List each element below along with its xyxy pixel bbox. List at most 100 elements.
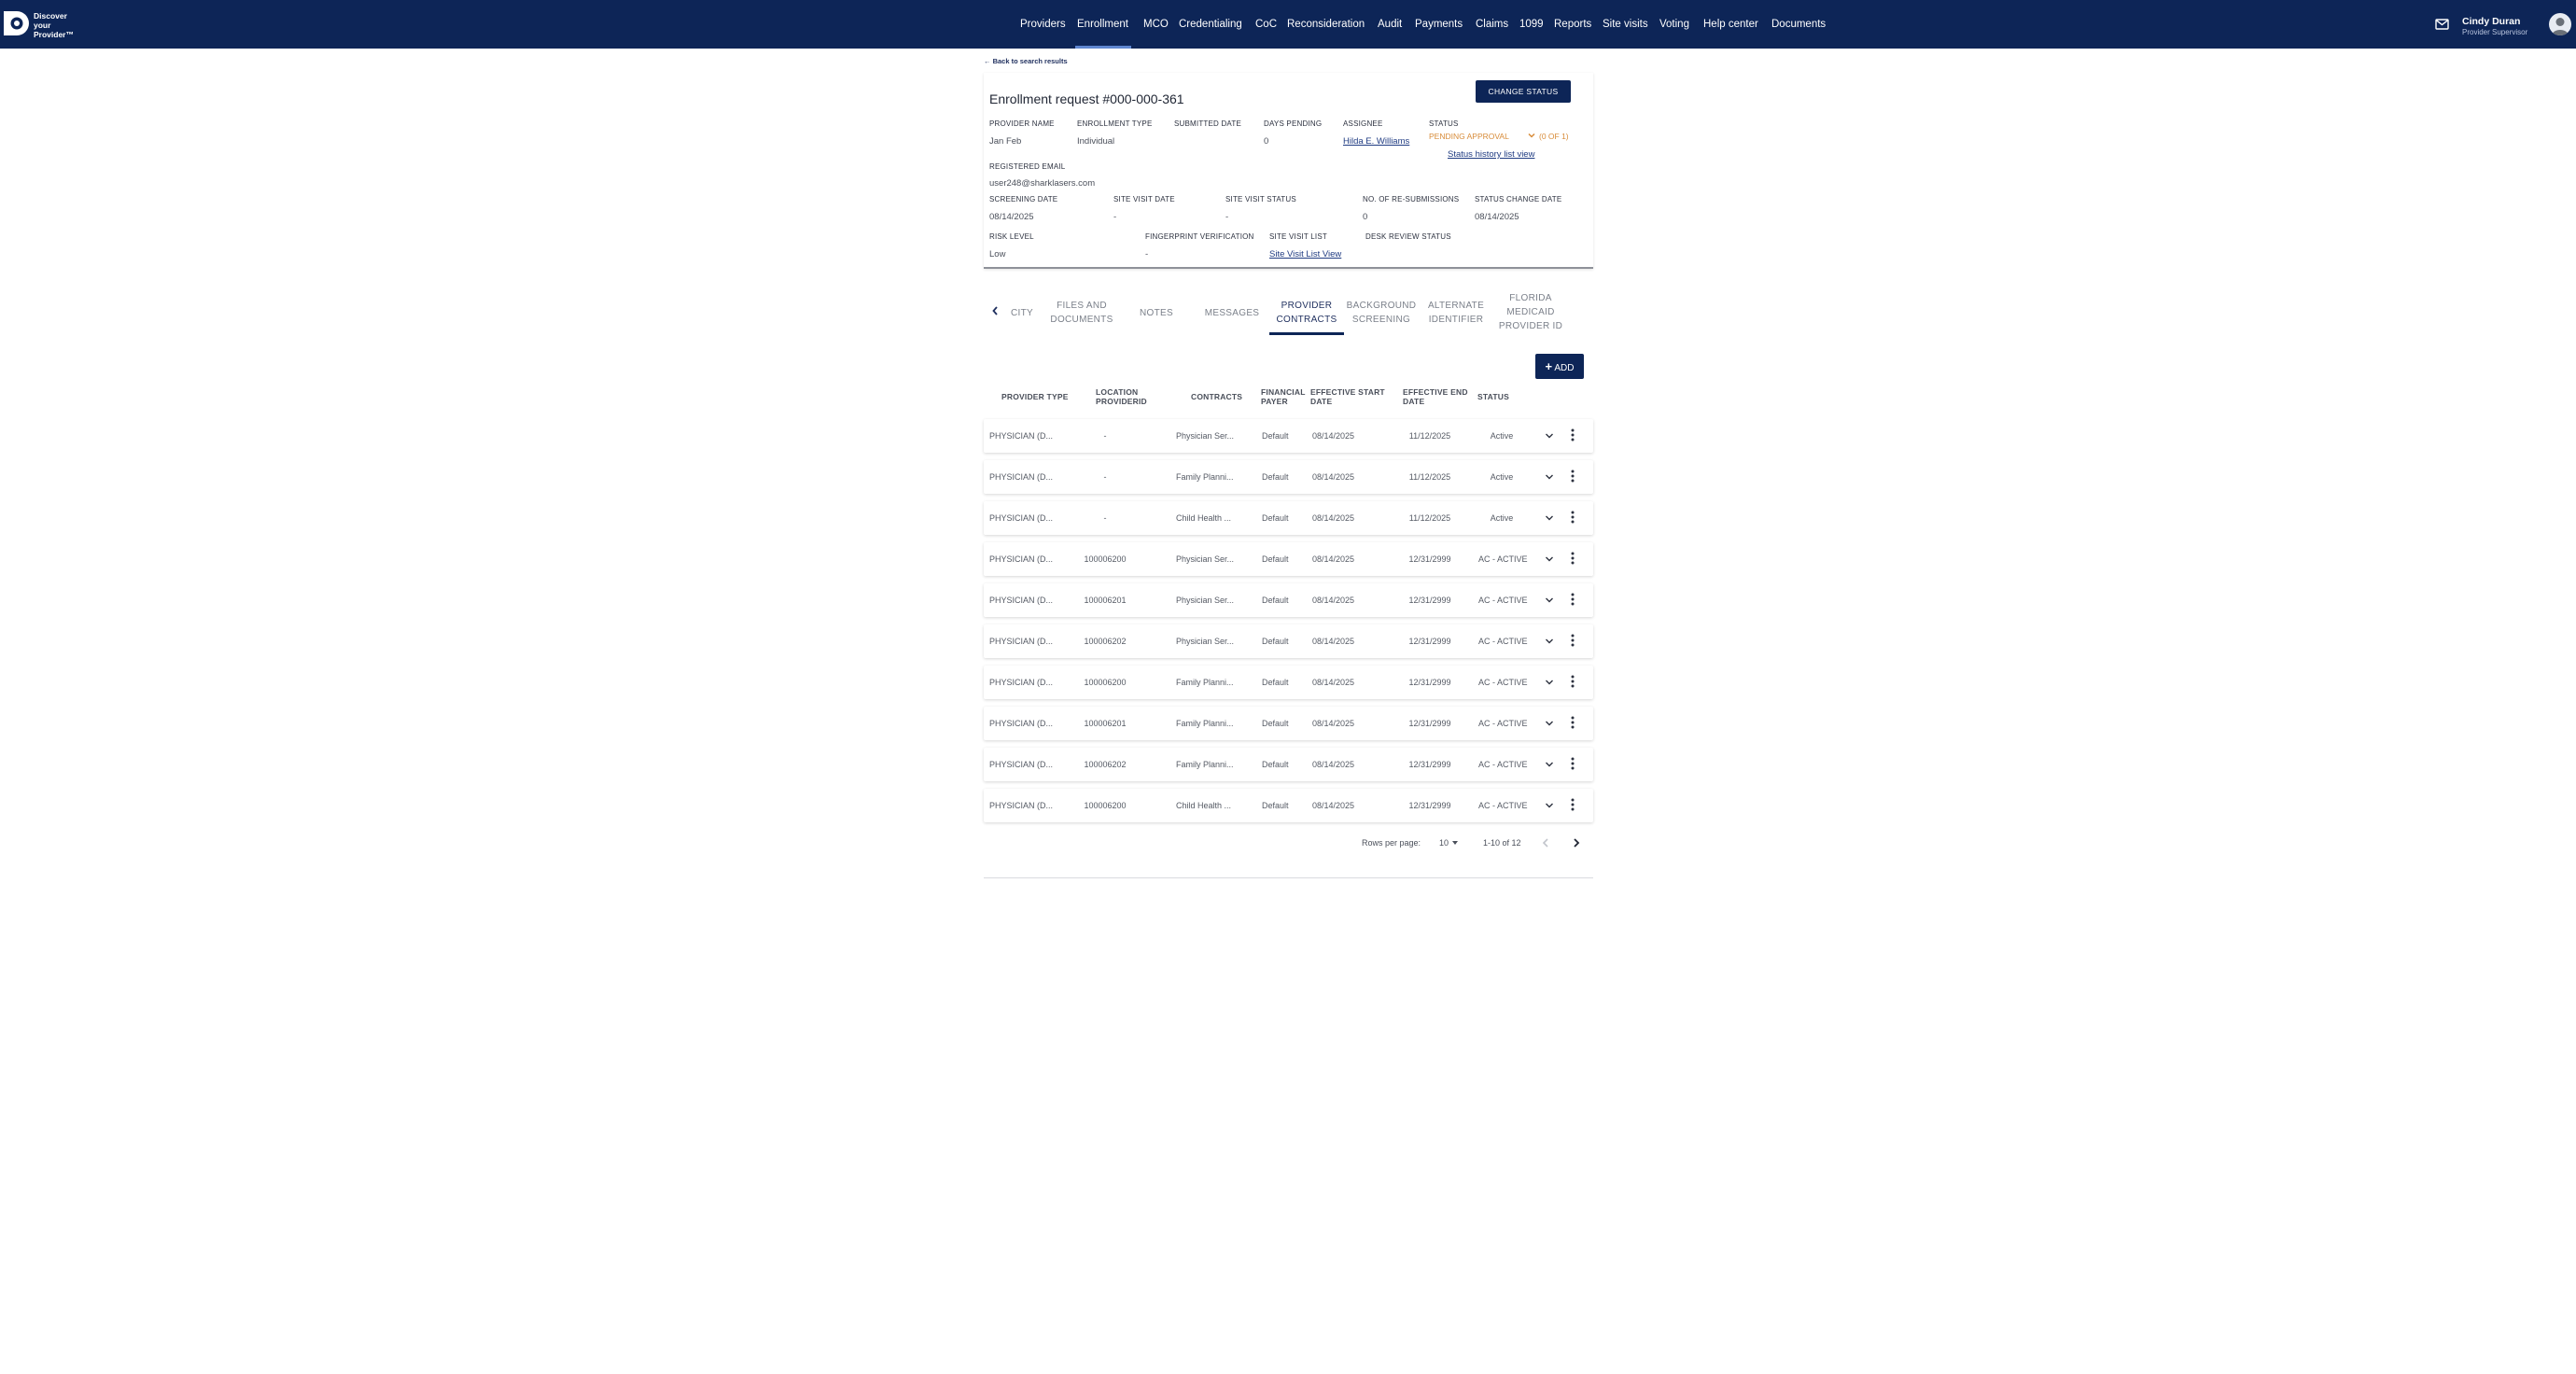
more-options-icon[interactable] <box>1571 469 1575 484</box>
header-effective-start-date[interactable]: EFFECTIVE START DATE <box>1310 387 1385 406</box>
more-options-icon[interactable] <box>1571 551 1575 566</box>
tab-florida-line-1: FLORIDA <box>1509 293 1552 303</box>
tab-files-line-1: FILES AND <box>1057 301 1107 311</box>
tab-files-line-2: DOCUMENTS <box>1050 315 1113 325</box>
back-to-search-link[interactable]: ← Back to search results <box>984 57 1068 65</box>
status-cell: Active <box>1490 431 1514 441</box>
days-pending-label: DAYS PENDING <box>1264 119 1323 128</box>
site-visit-date-value: - <box>1113 212 1117 222</box>
effective-start-date-cell: 08/14/2025 <box>1312 678 1355 687</box>
previous-page-icon[interactable] <box>1542 837 1549 848</box>
tabs-scroll-left-icon[interactable] <box>991 305 1000 316</box>
expand-row-chevron-icon[interactable] <box>1545 432 1554 440</box>
nav-help-center[interactable]: Help center <box>1703 0 1758 49</box>
more-options-icon[interactable] <box>1571 756 1575 771</box>
table-row[interactable]: PHYSICIAN (D... - Physician Ser... Default 0… <box>984 419 1593 453</box>
tab-alternate-identifier[interactable]: ALTERNATE IDENTIFIER <box>1419 299 1493 327</box>
header-provider-type[interactable]: PROVIDER TYPE <box>1001 392 1069 401</box>
status-dropdown[interactable]: PENDING APPROVAL <box>1429 132 1509 141</box>
expand-row-chevron-icon[interactable] <box>1545 720 1554 727</box>
expand-row-chevron-icon[interactable] <box>1545 802 1554 809</box>
table-row[interactable]: PHYSICIAN (D... - Family Planni... Default 0… <box>984 460 1593 494</box>
tab-messages[interactable]: MESSAGES <box>1195 306 1269 320</box>
caret-down-icon[interactable] <box>1452 841 1458 846</box>
table-row[interactable]: PHYSICIAN (D... 100006200 Physician Ser...… <box>984 542 1593 576</box>
chevron-down-icon[interactable] <box>1527 131 1536 140</box>
expand-row-chevron-icon[interactable] <box>1545 761 1554 768</box>
more-options-icon[interactable] <box>1571 633 1575 648</box>
header-location-providerid[interactable]: LOCATION PROVIDERID <box>1096 387 1147 406</box>
discover-logo-icon[interactable] <box>2 9 30 37</box>
provider-type-cell: PHYSICIAN (D... <box>989 554 1054 564</box>
expand-row-chevron-icon[interactable] <box>1545 555 1554 563</box>
rows-per-page-select[interactable]: 10 <box>1439 838 1449 848</box>
more-options-icon[interactable] <box>1571 592 1575 607</box>
tab-provider-contracts[interactable]: PROVIDER CONTRACTS <box>1269 299 1344 327</box>
mail-icon[interactable] <box>2435 19 2449 30</box>
expand-row-chevron-icon[interactable] <box>1545 473 1554 481</box>
header-effective-end-date[interactable]: EFFECTIVE END DATE <box>1403 387 1468 406</box>
expand-row-chevron-icon[interactable] <box>1545 679 1554 686</box>
nav-reconsideration[interactable]: Reconsideration <box>1287 0 1365 49</box>
status-history-link[interactable]: Status history list view <box>1448 149 1534 160</box>
more-options-icon[interactable] <box>1571 797 1575 812</box>
more-options-icon[interactable] <box>1571 674 1575 689</box>
avatar[interactable] <box>2549 13 2571 35</box>
top-navigation-bar: Discover your Provider™ Providers Enroll… <box>0 0 2576 49</box>
effective-start-date-cell: 08/14/2025 <box>1312 596 1355 605</box>
assignee-link[interactable]: Hilda E. Williams <box>1343 136 1409 147</box>
change-status-button[interactable]: CHANGE STATUS <box>1476 80 1571 103</box>
table-row[interactable]: PHYSICIAN (D... 100006200 Family Planni...… <box>984 666 1593 699</box>
nav-site-visits[interactable]: Site visits <box>1603 0 1648 49</box>
more-options-icon[interactable] <box>1571 428 1575 442</box>
expand-row-chevron-icon[interactable] <box>1545 596 1554 604</box>
table-row[interactable]: PHYSICIAN (D... 100006202 Physician Ser...… <box>984 624 1593 658</box>
add-contract-button[interactable]: + ADD <box>1535 354 1584 379</box>
financial-payer-cell: Default <box>1262 678 1289 687</box>
table-row[interactable]: PHYSICIAN (D... 100006202 Family Planni...… <box>984 748 1593 781</box>
header-financial-payer[interactable]: FINANCIAL PAYER <box>1261 387 1306 406</box>
fingerprint-label: FINGERPRINT VERIFICATION <box>1145 232 1254 241</box>
nav-reports[interactable]: Reports <box>1554 0 1591 49</box>
effective-end-date-cell: 12/31/2999 <box>1408 678 1451 687</box>
next-page-icon[interactable] <box>1573 837 1580 848</box>
more-options-icon[interactable] <box>1571 715 1575 730</box>
header-contracts[interactable]: CONTRACTS <box>1191 392 1242 401</box>
nav-enrollment[interactable]: Enrollment <box>1077 0 1128 49</box>
table-row[interactable]: PHYSICIAN (D... 100006201 Family Planni...… <box>984 707 1593 740</box>
user-name[interactable]: Cindy Duran <box>2462 16 2520 27</box>
status-cell: Active <box>1490 472 1514 482</box>
rows-per-page-label: Rows per page: <box>1362 838 1421 848</box>
status-approval-count: (0 OF 1) <box>1539 132 1569 141</box>
table-row[interactable]: PHYSICIAN (D... 100006201 Physician Ser...… <box>984 583 1593 617</box>
more-options-icon[interactable] <box>1571 510 1575 525</box>
resubmissions-label: NO. OF RE-SUBMISSIONS <box>1363 195 1460 203</box>
table-row[interactable]: PHYSICIAN (D... 100006200 Child Health ...… <box>984 789 1593 822</box>
expand-row-chevron-icon[interactable] <box>1545 514 1554 522</box>
status-cell: AC - ACTIVE <box>1478 554 1528 564</box>
nav-claims[interactable]: Claims <box>1476 0 1508 49</box>
brand-line-2: your <box>34 21 51 30</box>
tab-city[interactable]: CITY <box>1005 306 1039 320</box>
nav-providers[interactable]: Providers <box>1020 0 1066 49</box>
nav-voting[interactable]: Voting <box>1659 0 1689 49</box>
site-visit-list-link[interactable]: Site Visit List View <box>1269 249 1341 259</box>
effective-end-date-cell: 11/12/2025 <box>1408 431 1451 441</box>
nav-payments[interactable]: Payments <box>1415 0 1463 49</box>
tab-florida-medicaid-provider-id[interactable]: FLORIDA MEDICAID PROVIDER ID <box>1493 291 1568 333</box>
nav-1099[interactable]: 1099 <box>1519 0 1544 49</box>
submitted-date-label: SUBMITTED DATE <box>1174 119 1241 128</box>
nav-credentialing[interactable]: Credentialing <box>1179 0 1242 49</box>
expand-row-chevron-icon[interactable] <box>1545 638 1554 645</box>
nav-mco[interactable]: MCO <box>1143 0 1169 49</box>
tab-background-screening[interactable]: BACKGROUND SCREENING <box>1344 299 1419 327</box>
status-cell: AC - ACTIVE <box>1478 678 1528 687</box>
header-status[interactable]: STATUS <box>1477 392 1509 401</box>
nav-audit[interactable]: Audit <box>1378 0 1402 49</box>
tab-notes[interactable]: NOTES <box>1128 306 1184 320</box>
table-row[interactable]: PHYSICIAN (D... - Child Health ... Default 0… <box>984 501 1593 535</box>
brand-wordmark: Discover your Provider™ <box>34 11 74 39</box>
tab-files-and-documents[interactable]: FILES AND DOCUMENTS <box>1044 299 1119 327</box>
nav-coc[interactable]: CoC <box>1255 0 1277 49</box>
nav-documents[interactable]: Documents <box>1771 0 1826 49</box>
